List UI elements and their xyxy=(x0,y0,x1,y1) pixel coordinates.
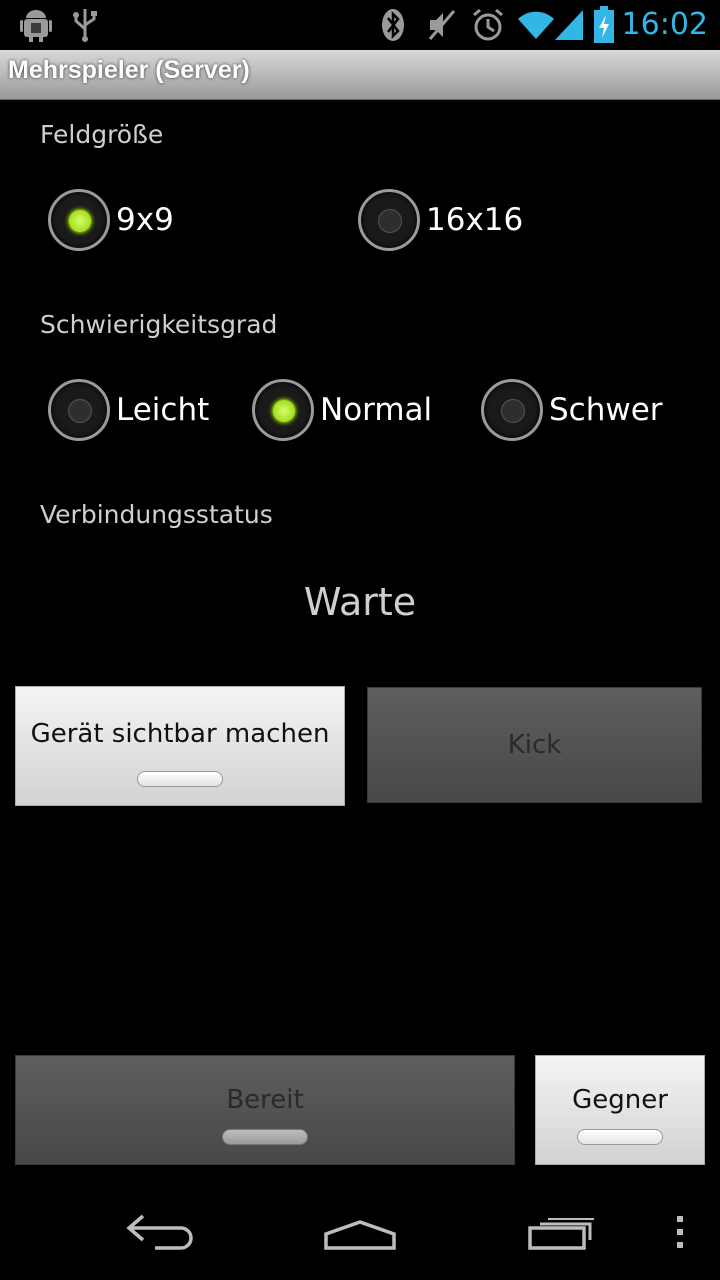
radio-label: 16x16 xyxy=(426,202,524,238)
button-label: Bereit xyxy=(226,1085,304,1115)
page-title: Mehrspieler (Server) xyxy=(8,56,250,84)
radio-leicht[interactable]: Leicht xyxy=(48,378,209,442)
home-icon[interactable] xyxy=(310,1204,410,1260)
title-bar: Mehrspieler (Server) xyxy=(0,50,720,100)
radio-16x16[interactable]: 16x16 xyxy=(358,188,523,252)
back-icon[interactable] xyxy=(110,1204,210,1260)
clock: 16:02 xyxy=(621,7,708,42)
connection-status-value: Warte xyxy=(303,580,417,624)
radio-button-icon xyxy=(48,379,110,441)
recent-apps-icon[interactable] xyxy=(512,1204,612,1260)
difficulty-label: Schwierigkeitsgrad xyxy=(40,310,278,339)
navigation-bar xyxy=(0,1184,720,1280)
toggle-indicator xyxy=(577,1129,663,1145)
radio-button-icon xyxy=(358,189,420,251)
field-size-label: Feldgröße xyxy=(40,120,164,149)
radio-label: Normal xyxy=(320,392,433,428)
radio-label: 9x9 xyxy=(116,202,174,238)
usb-icon xyxy=(70,6,100,44)
mute-icon xyxy=(424,6,460,44)
radio-button-icon xyxy=(252,379,314,441)
kick-button[interactable]: Kick xyxy=(367,687,702,803)
connection-status-label: Verbindungsstatus xyxy=(40,500,273,529)
bluetooth-icon xyxy=(378,6,408,44)
signal-icon xyxy=(552,6,586,44)
button-label: Gerät sichtbar machen xyxy=(30,719,330,749)
toggle-indicator xyxy=(137,771,223,787)
toggle-indicator xyxy=(222,1129,308,1145)
radio-normal[interactable]: Normal xyxy=(252,378,432,442)
opponent-button[interactable]: Gegner xyxy=(535,1055,705,1165)
android-debug-icon xyxy=(18,6,54,44)
radio-9x9[interactable]: 9x9 xyxy=(48,188,174,252)
battery-charging-icon xyxy=(592,6,616,44)
ready-button[interactable]: Bereit xyxy=(15,1055,515,1165)
status-bar: 16:02 xyxy=(0,0,720,50)
wifi-icon xyxy=(516,6,556,44)
radio-label: Leicht xyxy=(116,392,210,428)
radio-schwer[interactable]: Schwer xyxy=(481,378,663,442)
radio-label: Schwer xyxy=(549,392,663,428)
radio-button-icon xyxy=(48,189,110,251)
alarm-icon xyxy=(470,6,506,44)
radio-button-icon xyxy=(481,379,543,441)
button-label: Kick xyxy=(507,730,562,760)
make-visible-button[interactable]: Gerät sichtbar machen xyxy=(15,686,345,806)
overflow-menu-icon[interactable] xyxy=(660,1204,700,1260)
button-label: Gegner xyxy=(572,1085,668,1115)
